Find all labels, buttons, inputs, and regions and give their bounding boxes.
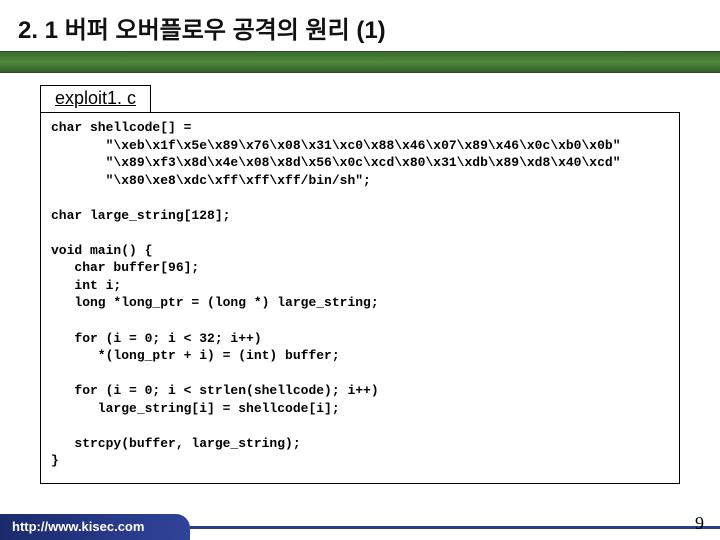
- slide-title: 2. 1 버퍼 오버플로우 공격의 원리 (1): [18, 10, 702, 45]
- title-area: 2. 1 버퍼 오버플로우 공격의 원리 (1): [0, 0, 720, 51]
- code-listing: char shellcode[] = "\xeb\x1f\x5e\x89\x76…: [40, 112, 680, 484]
- header-accent-bar: [0, 51, 720, 73]
- slide: 2. 1 버퍼 오버플로우 공격의 원리 (1) exploit1. c cha…: [0, 0, 720, 540]
- footer-url: http://www.kisec.com: [0, 514, 190, 540]
- file-label: exploit1. c: [40, 85, 151, 113]
- footer-divider: [190, 526, 720, 529]
- page-number: 9: [695, 513, 704, 534]
- footer: http://www.kisec.com 9: [0, 514, 720, 540]
